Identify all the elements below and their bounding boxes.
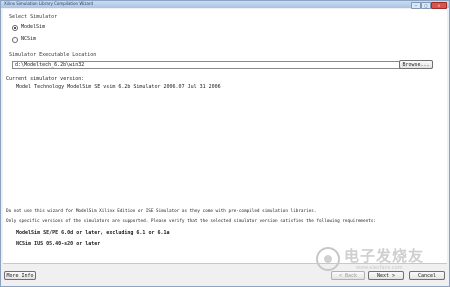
window-title: Xilinx Simulation Library Compilation Wi… xyxy=(4,1,94,6)
radio-button-selected[interactable] xyxy=(12,25,18,31)
wizard-window: Xilinx Simulation Library Compilation Wi… xyxy=(0,0,450,287)
select-simulator-heading: Select Simulator xyxy=(9,14,58,20)
watermark-logo: 电子发烧友 www.elecfans.com xyxy=(316,247,448,273)
back-button[interactable]: < Back xyxy=(331,271,365,280)
watermark-icon xyxy=(316,247,340,271)
version-heading: Current simulator version: xyxy=(6,76,85,82)
radio-button[interactable] xyxy=(12,37,18,43)
wizard-content: Select Simulator ModelSim NCSim Simulato… xyxy=(3,9,447,271)
note-wizard-usage: Do not use this wizard for ModelSim Xili… xyxy=(6,209,317,214)
version-value: Model Technology ModelSim SE vsim 6.2b S… xyxy=(16,84,221,90)
more-info-button[interactable]: More Info xyxy=(4,271,36,280)
note-version-requirements: Only specific versions of the simulators… xyxy=(6,219,376,224)
close-icon[interactable]: × xyxy=(431,2,447,9)
browse-button[interactable]: Browse... xyxy=(399,60,433,69)
title-bar: Xilinx Simulation Library Compilation Wi… xyxy=(1,1,449,9)
maximize-icon[interactable]: □ xyxy=(421,2,431,9)
executable-path-field[interactable]: d:\Modeltech_6.2b\win32 xyxy=(12,61,403,69)
radio-modelsim-label: ModelSim xyxy=(21,24,46,30)
watermark-text: 电子发烧友 xyxy=(344,247,425,265)
requirement-modelsim: ModelSim SE/PE 6.0d or later, excluding … xyxy=(16,230,170,236)
next-button[interactable]: Next > xyxy=(368,271,404,280)
executable-location-heading: Simulator Executable Location xyxy=(9,52,97,58)
requirement-ncsim: NCSim IUS 05.40-s20 or later xyxy=(16,241,101,247)
minimize-icon[interactable]: – xyxy=(411,2,421,9)
radio-ncsim-label: NCSim xyxy=(21,36,37,42)
cancel-button[interactable]: Cancel xyxy=(409,271,445,280)
